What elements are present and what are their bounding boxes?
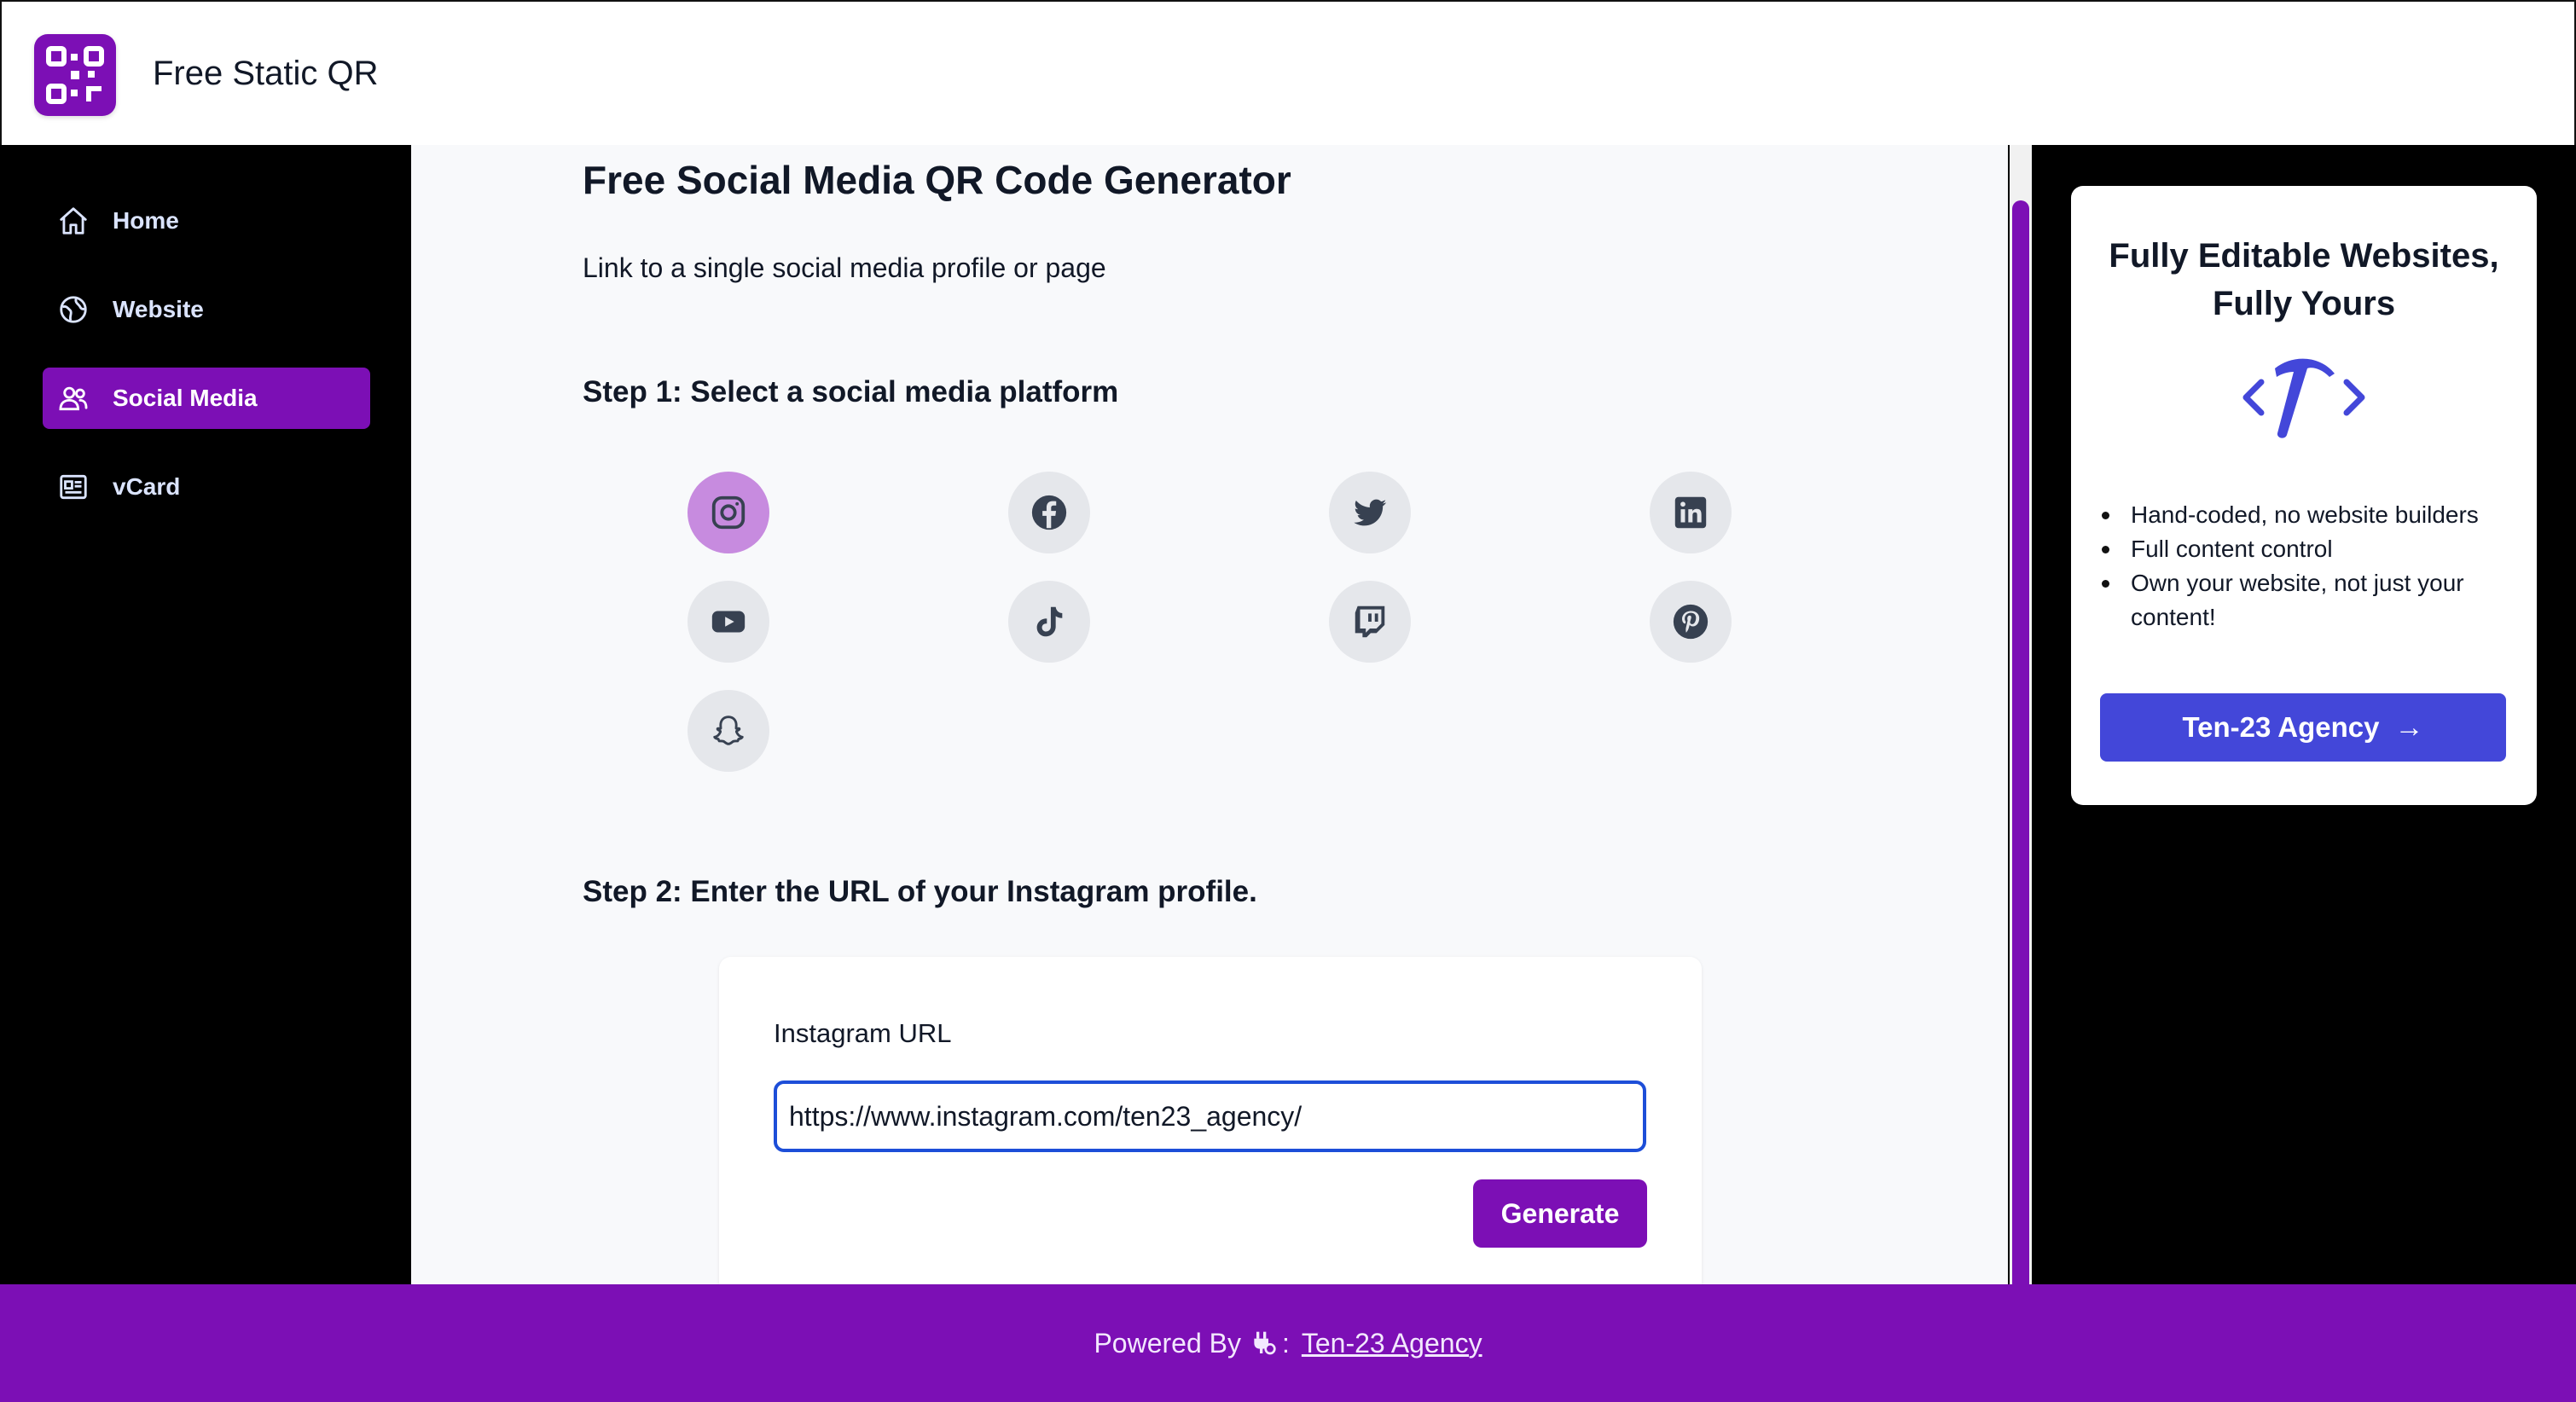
arrow-right-icon: → bbox=[2394, 710, 2424, 744]
plug-icon bbox=[1250, 1330, 1277, 1357]
sidebar-item-home[interactable]: Home bbox=[43, 190, 370, 252]
twitter-icon bbox=[1354, 499, 1387, 526]
ten23-agency-button[interactable]: Ten-23 Agency → bbox=[2100, 693, 2506, 762]
ad-button-label: Ten-23 Agency bbox=[2182, 711, 2380, 743]
sidebar-item-label: Home bbox=[113, 207, 179, 234]
linkedin-icon bbox=[1674, 496, 1707, 529]
qr-logo-icon[interactable] bbox=[34, 34, 116, 116]
scrollbar-thumb[interactable] bbox=[2012, 200, 2029, 1284]
snapchat-icon bbox=[713, 715, 744, 745]
youtube-icon bbox=[711, 611, 746, 633]
footer-separator: : bbox=[1281, 1327, 1290, 1359]
instagram-icon bbox=[711, 495, 746, 530]
id-card-icon bbox=[56, 470, 90, 504]
generate-button[interactable]: Generate bbox=[1473, 1179, 1647, 1248]
footer: Powered By : Ten-23 Agency bbox=[0, 1284, 2576, 1402]
instagram-url-input[interactable] bbox=[774, 1080, 1646, 1152]
platform-twitter-button[interactable] bbox=[1329, 472, 1411, 553]
tiktok-icon bbox=[1036, 606, 1063, 637]
sidebar: Home Website Social Media vCard bbox=[0, 145, 411, 1284]
step1-heading: Step 1: Select a social media platform bbox=[583, 375, 1119, 408]
sidebar-item-label: Website bbox=[113, 296, 204, 322]
users-icon bbox=[56, 381, 90, 415]
sidebar-item-social-media[interactable]: Social Media bbox=[43, 368, 370, 429]
app-title[interactable]: Free Static QR bbox=[153, 55, 379, 93]
ad-title-line: Fully Editable Websites, bbox=[2109, 237, 2499, 275]
sidebar-item-label: Social Media bbox=[113, 385, 258, 411]
list-item: Full content control bbox=[2100, 532, 2518, 566]
list-item: Hand-coded, no website builders bbox=[2100, 498, 2518, 532]
footer-powered-by: Powered By bbox=[1094, 1327, 1241, 1359]
globe-icon bbox=[56, 293, 90, 327]
list-item: Own your website, not just your content! bbox=[2100, 566, 2518, 634]
platform-instagram-button[interactable] bbox=[688, 472, 769, 553]
platform-tiktok-button[interactable] bbox=[1008, 581, 1090, 663]
platform-facebook-button[interactable] bbox=[1008, 472, 1090, 553]
platform-twitch-button[interactable] bbox=[1329, 581, 1411, 663]
page-title: Free Social Media QR Code Generator bbox=[583, 158, 1291, 202]
instagram-url-label: Instagram URL bbox=[774, 1018, 952, 1048]
footer-agency-link[interactable]: Ten-23 Agency bbox=[1302, 1328, 1482, 1359]
platform-snapchat-button[interactable] bbox=[688, 690, 769, 772]
app-header: Free Static QR bbox=[0, 0, 2576, 145]
sidebar-item-vcard[interactable]: vCard bbox=[43, 456, 370, 518]
platform-pinterest-button[interactable] bbox=[1650, 581, 1732, 663]
facebook-icon bbox=[1031, 495, 1067, 530]
ad-title-line: Fully Yours bbox=[2212, 285, 2396, 322]
pinterest-icon bbox=[1673, 604, 1709, 640]
platform-youtube-button[interactable] bbox=[688, 581, 769, 663]
twitch-icon bbox=[1355, 605, 1385, 638]
page-subtitle: Link to a single social media profile or… bbox=[583, 252, 1106, 283]
home-icon bbox=[56, 204, 90, 238]
platform-linkedin-button[interactable] bbox=[1650, 472, 1732, 553]
sidebar-item-website[interactable]: Website bbox=[43, 279, 370, 340]
step2-heading: Step 2: Enter the URL of your Instagram … bbox=[583, 875, 1257, 908]
code-hammer-icon bbox=[2242, 358, 2365, 438]
ad-feature-list: Hand-coded, no website builders Full con… bbox=[2100, 498, 2518, 634]
sidebar-item-label: vCard bbox=[113, 473, 181, 500]
ad-title: Fully Editable Websites, Fully Yours bbox=[2071, 232, 2537, 327]
